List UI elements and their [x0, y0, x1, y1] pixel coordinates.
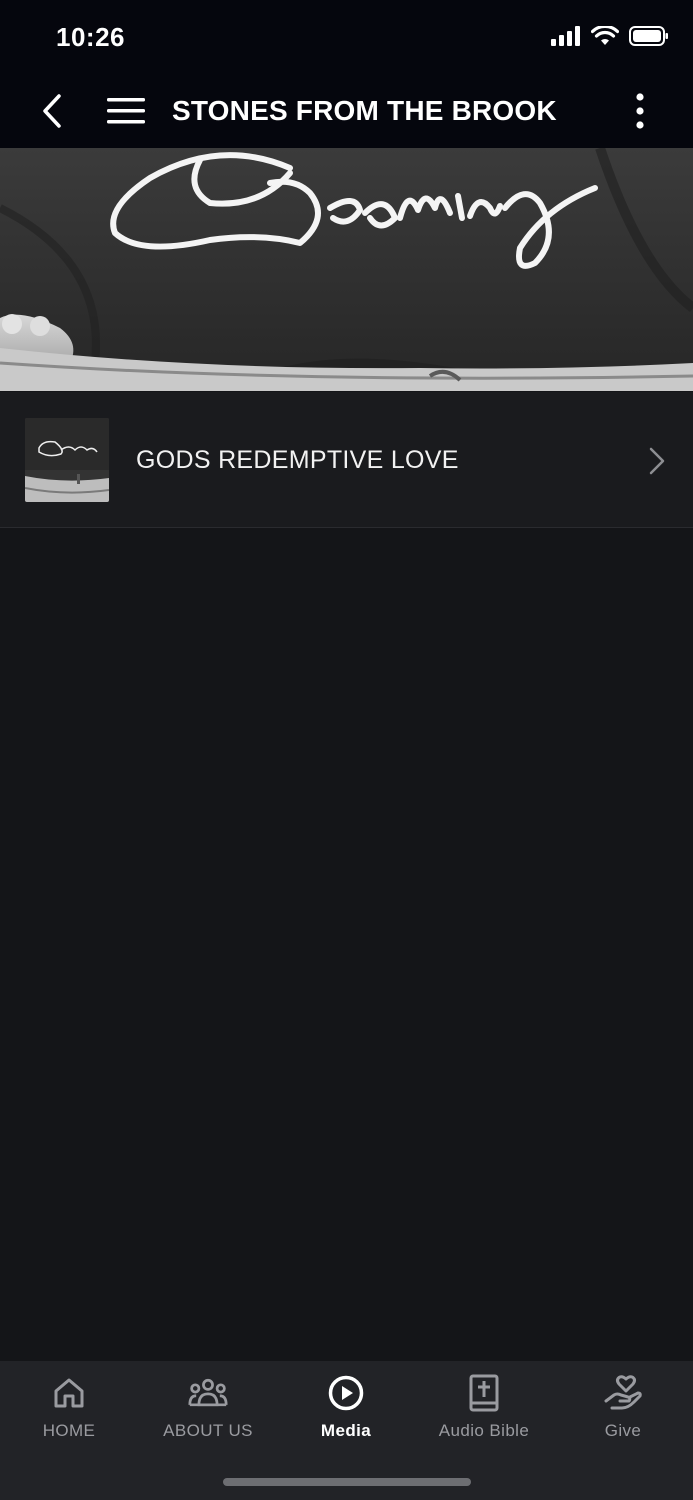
hero-image	[0, 148, 693, 391]
battery-icon	[629, 26, 668, 46]
tab-label: Give	[604, 1421, 642, 1440]
tab-label: HOME	[42, 1421, 96, 1440]
more-vertical-icon	[636, 93, 644, 129]
more-options-button[interactable]	[623, 90, 657, 132]
play-circle-icon	[326, 1373, 366, 1413]
tab-label: Audio Bible	[438, 1421, 530, 1440]
tab-about-us[interactable]: ABOUT US	[139, 1373, 277, 1453]
home-indicator[interactable]	[223, 1478, 471, 1486]
back-button[interactable]	[32, 88, 72, 134]
wifi-icon	[591, 26, 619, 45]
status-time: 10:26	[56, 22, 125, 52]
status-icons	[551, 26, 669, 46]
tab-audio-bible[interactable]: Audio Bible	[415, 1373, 553, 1453]
chevron-left-icon	[43, 94, 61, 128]
list-item-label: GODS REDEMPTIVE LOVE	[136, 446, 459, 474]
status-bar: 10:26	[0, 0, 693, 74]
tab-media[interactable]: Media	[277, 1373, 415, 1453]
people-icon	[188, 1373, 228, 1413]
hero-tshirt-illustration	[0, 148, 693, 391]
nav-bar: STONES FROM THE BROOK	[0, 74, 693, 148]
home-icon	[49, 1373, 89, 1413]
bible-icon	[464, 1373, 504, 1413]
list-item[interactable]: GODS REDEMPTIVE LOVE	[0, 392, 693, 528]
tab-label: Media	[320, 1421, 372, 1440]
cellular-signal-icon	[551, 26, 580, 46]
menu-button[interactable]	[104, 90, 148, 132]
thumbnail-image	[25, 418, 109, 502]
page-title: STONES FROM THE BROOK	[172, 95, 557, 126]
tab-home[interactable]: HOME	[0, 1373, 138, 1453]
give-heart-icon	[603, 1373, 643, 1413]
tab-label: ABOUT US	[163, 1421, 253, 1440]
hamburger-icon	[107, 98, 145, 124]
tab-give[interactable]: Give	[554, 1373, 692, 1453]
list-item-thumbnail	[25, 418, 109, 502]
chevron-right-icon	[649, 447, 665, 475]
